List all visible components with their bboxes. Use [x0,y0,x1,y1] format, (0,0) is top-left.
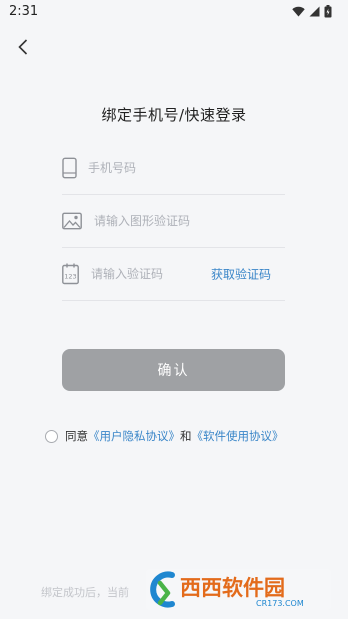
agree-prefix: 同意 [65,429,88,443]
site-watermark: 西西软件园 CR173.COM [146,569,331,610]
agree-and: 和 [180,429,192,443]
phone-field [62,142,285,195]
phone-input[interactable] [88,142,278,194]
get-code-button[interactable]: 获取验证码 [211,266,271,283]
svg-text:123: 123 [64,273,76,281]
watermark-domain: CR173.COM [256,599,304,608]
status-bar: 2:31 [0,0,348,24]
status-time: 2:31 [9,4,39,19]
battery-icon [324,5,332,18]
agreement-row: 同意 《用户隐私协议》 和 《软件使用协议》 [45,428,284,444]
code-keypad-icon: 123 [62,263,79,285]
code-input[interactable] [91,248,203,300]
software-usage-link[interactable]: 《软件使用协议》 [192,428,284,444]
cell-signal-icon [309,6,320,17]
captcha-input[interactable] [94,195,279,247]
user-privacy-link[interactable]: 《用户隐私协议》 [88,428,180,444]
chevron-left-icon [18,39,28,55]
wifi-icon [292,6,305,17]
image-icon [62,212,82,230]
page-title: 绑定手机号/快速登录 [101,106,247,124]
confirm-button[interactable]: 确认 [62,349,285,391]
back-button[interactable] [14,36,34,58]
watermark-name: 西西软件园 [180,576,285,600]
footer-note: 绑定成功后，当前 [41,586,129,599]
agree-radio[interactable] [45,429,58,443]
status-icons [292,5,332,18]
phone-icon [62,157,77,179]
code-field: 123 获取验证码 [62,248,285,301]
captcha-field [62,195,285,248]
